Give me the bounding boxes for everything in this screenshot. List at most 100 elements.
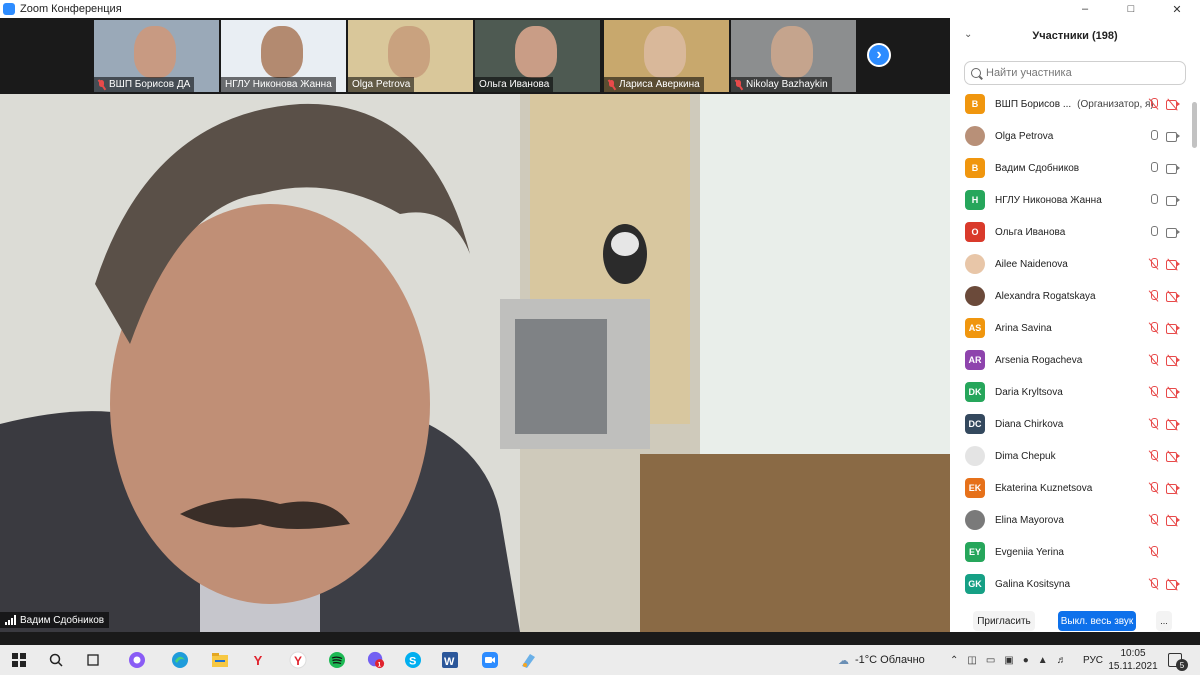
video-off-icon[interactable] (1166, 514, 1180, 527)
video-off-icon[interactable] (1166, 258, 1180, 271)
video-thumbnail[interactable]: Nikolay Bazhaykin (731, 20, 856, 92)
video-icon[interactable] (1166, 226, 1180, 238)
mic-muted-icon[interactable] (1148, 514, 1160, 526)
video-off-icon[interactable] (1166, 386, 1180, 399)
yandex-icon[interactable]: Y (249, 651, 267, 669)
chevron-up-icon[interactable]: ⌃ (950, 655, 958, 666)
collapse-chevron-icon[interactable]: ⌄ (964, 29, 972, 40)
maximize-button[interactable]: □ (1108, 0, 1154, 18)
mic-muted-icon[interactable] (1148, 98, 1160, 110)
video-off-icon[interactable] (1166, 98, 1180, 111)
next-page-button[interactable]: › (867, 43, 891, 67)
video-icon[interactable] (1166, 194, 1180, 206)
participant-row[interactable]: Ailee Naidenova (950, 248, 1190, 280)
participant-avatar (965, 510, 985, 530)
participant-row[interactable]: Elina Mayorova (950, 504, 1190, 536)
participant-row[interactable]: EY Evgeniia Yerina (950, 536, 1190, 568)
participant-row[interactable]: GK Galina Kositsyna (950, 568, 1190, 600)
participant-avatar (965, 446, 985, 466)
video-off-icon[interactable] (1166, 290, 1180, 303)
video-icon[interactable] (1166, 130, 1180, 142)
video-off-icon[interactable] (1166, 354, 1180, 367)
participant-row[interactable]: AR Arsenia Rogacheva (950, 344, 1190, 376)
viber-icon[interactable]: 1 (367, 651, 385, 669)
mic-icon[interactable] (1148, 226, 1160, 238)
volume-icon[interactable]: ♬ (1057, 655, 1067, 666)
svg-text:S: S (409, 656, 416, 668)
mic-muted-icon[interactable] (1148, 578, 1160, 590)
participant-status-icons (1148, 322, 1180, 335)
active-speaker-video[interactable]: Вадим Сдобников (0, 94, 950, 632)
skype-icon[interactable]: S (404, 651, 422, 669)
slash-mark (1167, 418, 1178, 431)
video-icon[interactable] (1166, 162, 1180, 174)
participant-status-icons (1148, 578, 1180, 591)
video-thumbnail[interactable]: ВШП Борисов ДА (94, 20, 219, 92)
edge-icon[interactable] (171, 651, 189, 669)
participant-row[interactable]: Olga Petrova (950, 120, 1190, 152)
participant-row[interactable]: Alexandra Rogatskaya (950, 280, 1190, 312)
mic-muted-icon[interactable] (1148, 386, 1160, 398)
network-icon[interactable]: ◫ (967, 655, 976, 666)
participant-status-icons (1148, 194, 1180, 206)
participant-row[interactable]: О Ольга Иванова (950, 216, 1190, 248)
mic-muted-icon[interactable] (1148, 290, 1160, 302)
spotify-icon[interactable] (328, 651, 346, 669)
invite-button[interactable]: Пригласить (973, 611, 1035, 631)
video-off-icon[interactable] (1166, 322, 1180, 335)
video-off-icon[interactable] (1166, 418, 1180, 431)
participant-row[interactable]: DK Daria Kryltsova (950, 376, 1190, 408)
yandex-browser-icon[interactable]: Y (289, 651, 307, 669)
paint-icon[interactable] (520, 651, 538, 669)
mic-muted-icon[interactable] (1148, 354, 1160, 366)
windows-start-icon[interactable] (10, 651, 28, 669)
search-icon[interactable] (47, 651, 65, 669)
slash-mark (1167, 98, 1178, 111)
mute-all-button[interactable]: Выкл. весь звук (1058, 611, 1136, 631)
minimize-button[interactable]: – (1062, 0, 1108, 18)
participant-search-input[interactable]: Найти участника (964, 61, 1186, 85)
participant-row[interactable]: В ВШП Борисов ... (Организатор, я) (950, 88, 1190, 120)
mic-muted-icon[interactable] (1148, 450, 1160, 462)
participant-row[interactable]: AS Arina Savina (950, 312, 1190, 344)
wifi-icon[interactable]: ▲ (1038, 655, 1048, 666)
task-view-icon[interactable] (84, 651, 102, 669)
display-icon[interactable]: ▣ (1004, 655, 1013, 666)
video-thumbnail[interactable]: Olga Petrova (348, 20, 473, 92)
mic-muted-icon (98, 79, 105, 90)
mic-muted-icon[interactable] (1148, 258, 1160, 270)
mic-icon[interactable] (1148, 194, 1160, 206)
mic-muted-icon[interactable] (1148, 322, 1160, 334)
alice-icon[interactable] (128, 651, 146, 669)
participant-row[interactable]: Dima Chepuk (950, 440, 1190, 472)
participant-avatar (965, 254, 985, 274)
video-thumbnail[interactable]: Лариса Аверкина (604, 20, 729, 92)
word-icon[interactable]: W (441, 651, 459, 669)
video-thumbnail[interactable]: НГЛУ Никонова Жанна (221, 20, 346, 92)
close-button[interactable]: ✕ (1154, 0, 1200, 18)
mic-icon[interactable] (1148, 130, 1160, 142)
mic-icon[interactable] (1148, 162, 1160, 174)
taskbar-clock[interactable]: 10:05 15.11.2021 (1108, 647, 1158, 673)
participant-row[interactable]: EK Ekaterina Kuznetsova (950, 472, 1190, 504)
weather-widget[interactable]: ☁ -1°C Облачно (838, 645, 925, 675)
language-indicator[interactable]: РУС (1083, 645, 1103, 675)
mic-muted-icon[interactable] (1148, 546, 1160, 558)
more-options-button[interactable]: ... (1156, 611, 1172, 631)
scrollbar-thumb[interactable] (1192, 102, 1197, 148)
video-thumbnail[interactable]: Ольга Иванова (475, 20, 600, 92)
video-off-icon[interactable] (1166, 482, 1180, 495)
mic-muted-icon[interactable] (1148, 418, 1160, 430)
video-off-icon[interactable] (1166, 450, 1180, 463)
participant-list-scrollbar[interactable] (1192, 88, 1198, 618)
file-explorer-icon[interactable] (211, 651, 229, 669)
participant-row[interactable]: DC Diana Chirkova (950, 408, 1190, 440)
zoom-icon[interactable] (481, 651, 499, 669)
battery-icon[interactable]: ▭ (986, 655, 995, 666)
participant-row[interactable]: В Вадим Сдобников (950, 152, 1190, 184)
mic-muted-icon[interactable] (1148, 482, 1160, 494)
camera-icon[interactable]: ● (1023, 655, 1029, 666)
participant-row[interactable]: Н НГЛУ Никонова Жанна (950, 184, 1190, 216)
video-off-icon[interactable] (1166, 578, 1180, 591)
mic-muted-icon (608, 79, 615, 90)
